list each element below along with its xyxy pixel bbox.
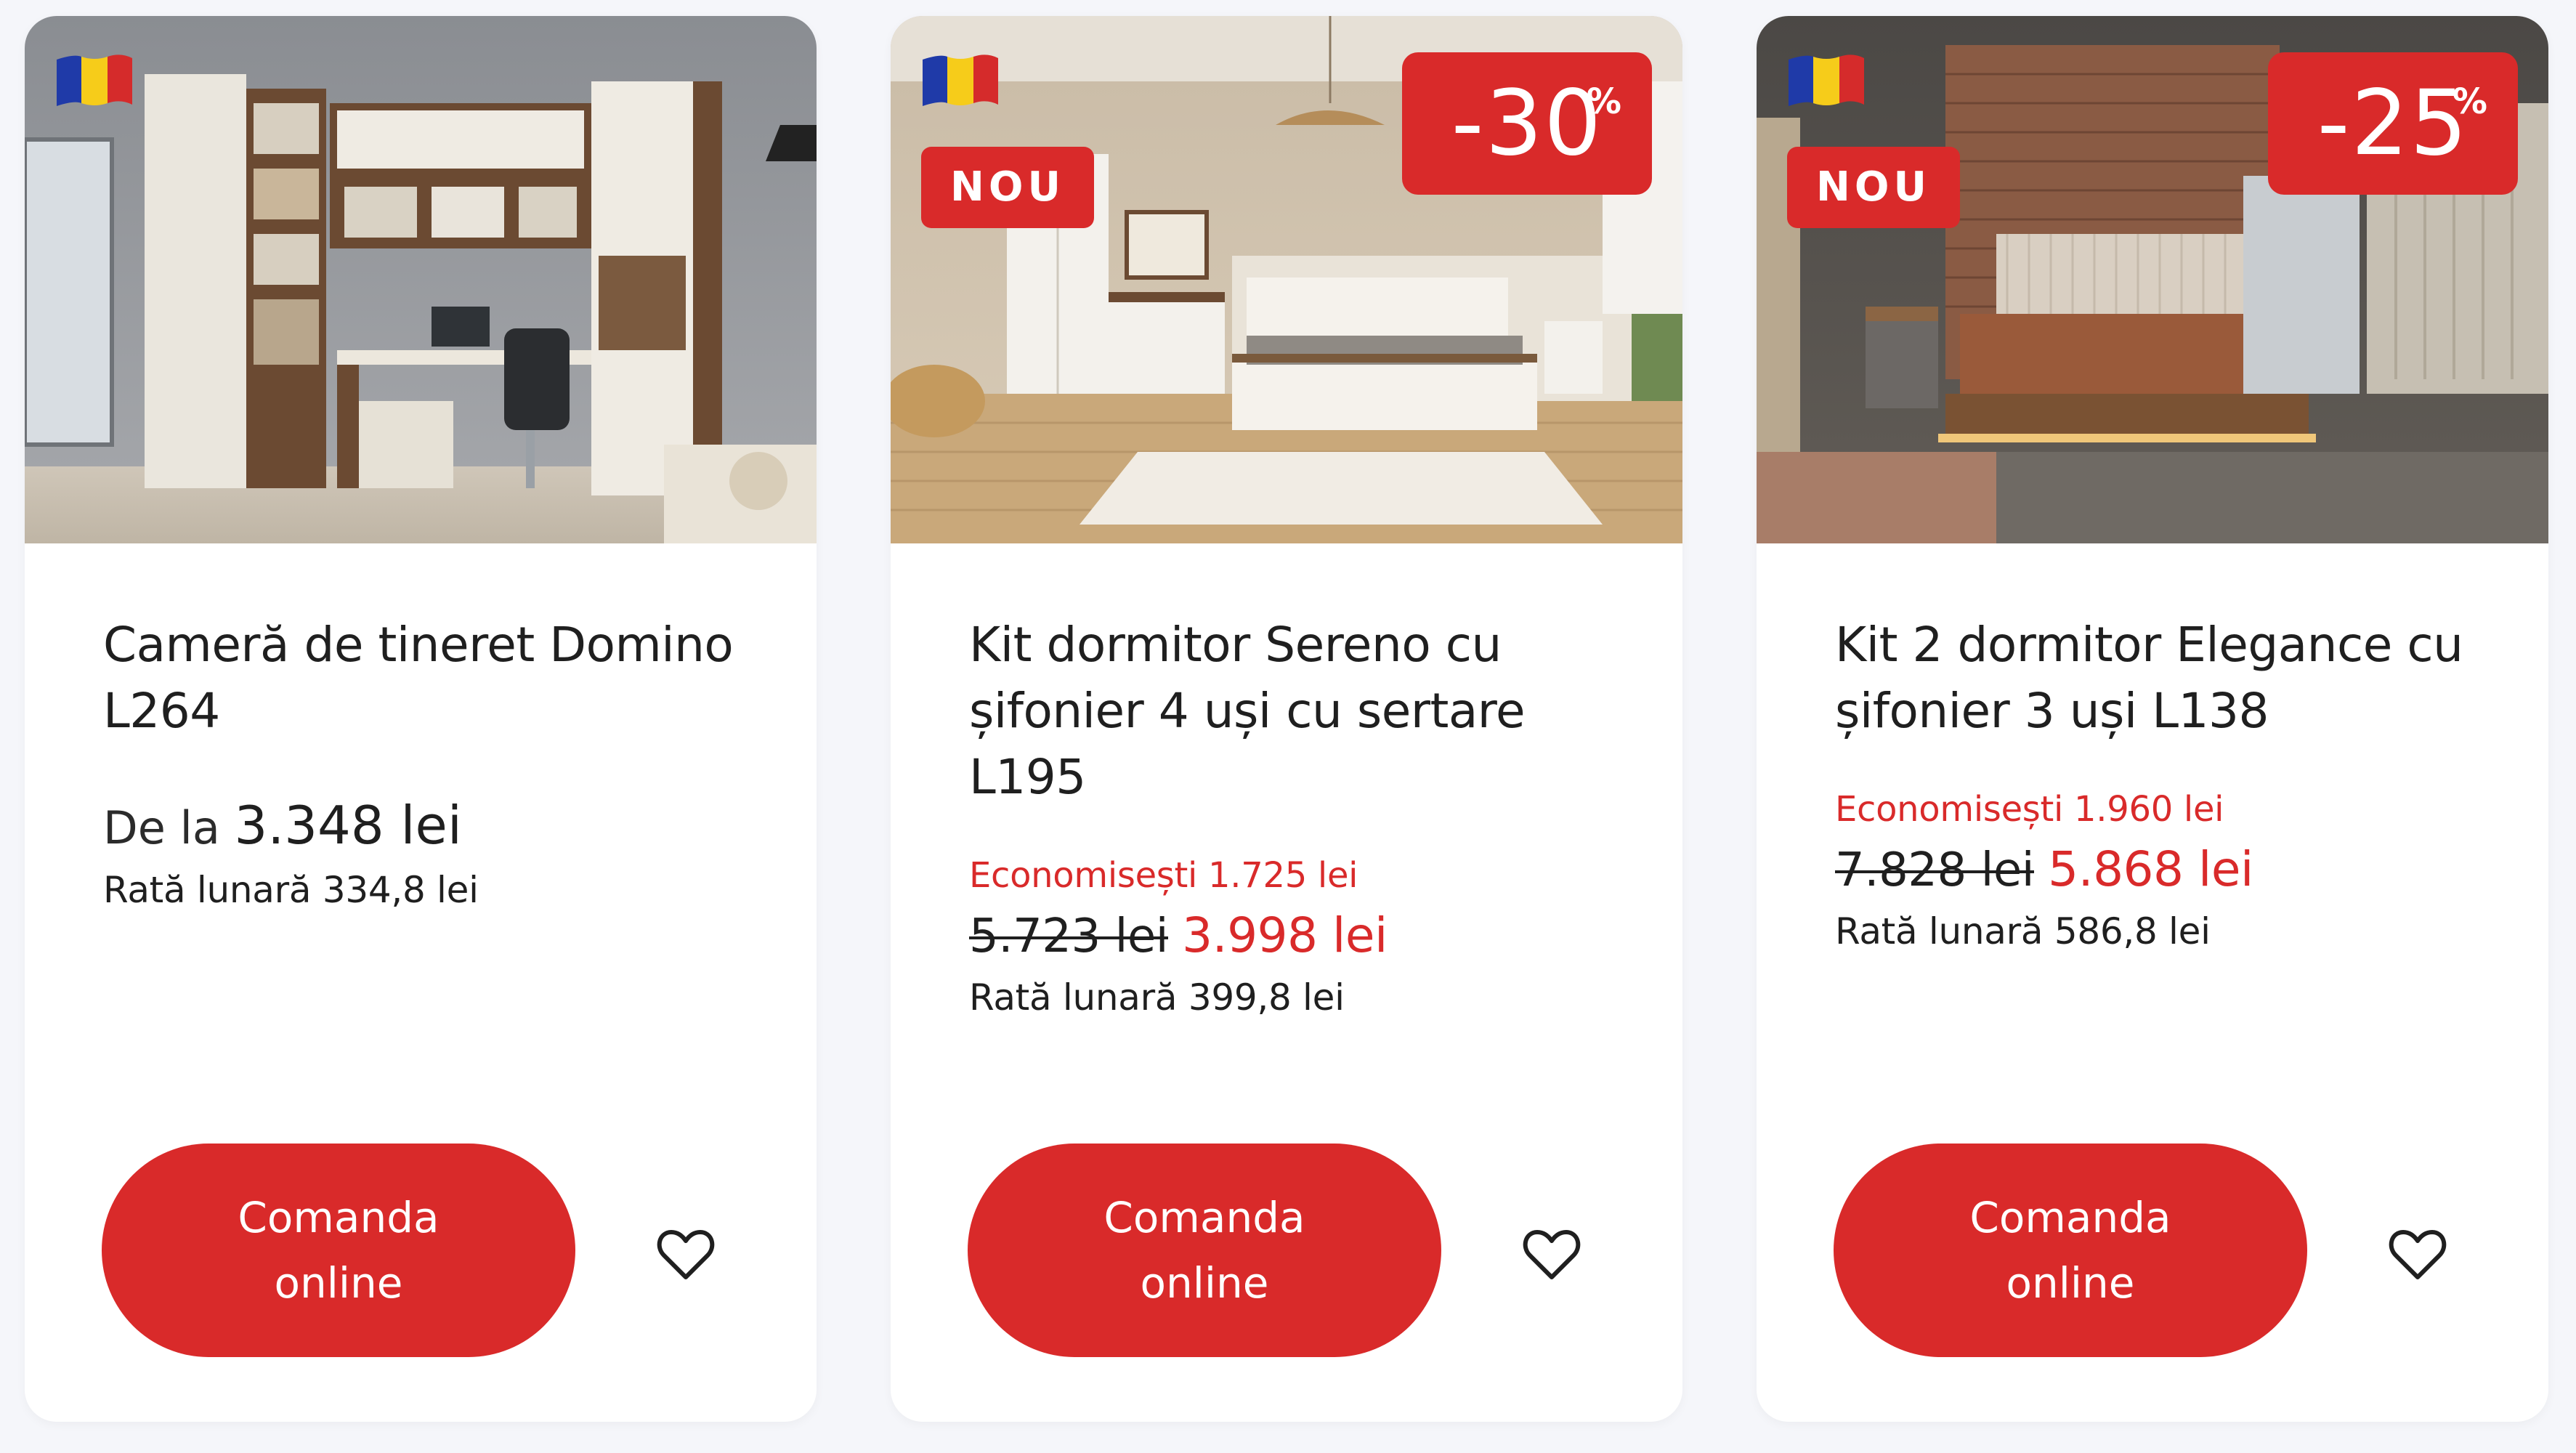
product-image-sereno-bedroom[interactable]: NOU -30 % xyxy=(891,16,1682,543)
order-online-label-line1: Comanda xyxy=(1969,1193,2171,1242)
new-price: 3.998 lei xyxy=(1182,907,1388,963)
price-row: 7.828 lei 5.868 lei xyxy=(1835,841,2490,897)
order-online-label-line2: online xyxy=(2006,1258,2135,1308)
order-online-button[interactable]: Comanda online xyxy=(102,1144,575,1357)
product-title[interactable]: Kit dormitor Sereno cu șifonier 4 uși cu… xyxy=(969,612,1624,810)
order-online-label-line2: online xyxy=(1140,1258,1269,1308)
monthly-rate: Rată lunară 586,8 lei xyxy=(1835,910,2211,952)
price-row: 5.723 lei 3.998 lei xyxy=(969,907,1624,963)
new-badge: NOU xyxy=(1787,147,1960,228)
product-card[interactable]: Cameră de tineret Domino L264 De la 3.34… xyxy=(25,16,817,1422)
price-from-label: De la xyxy=(103,801,220,854)
romania-flag-icon xyxy=(1786,52,1867,109)
romania-flag-icon xyxy=(920,52,1001,109)
savings-amount: 1.960 lei xyxy=(2074,789,2224,830)
discount-badge: -30 % xyxy=(1402,52,1652,195)
product-image-elegance-bedroom[interactable]: NOU -25 % xyxy=(1757,16,2548,543)
price-from: De la 3.348 lei xyxy=(103,795,758,856)
product-title[interactable]: Kit 2 dormitor Elegance cu șifonier 3 uș… xyxy=(1835,612,2490,744)
heart-outline-icon[interactable] xyxy=(657,1229,715,1282)
product-info: Kit dormitor Sereno cu șifonier 4 uși cu… xyxy=(969,612,1624,1019)
product-card[interactable]: NOU -25 % Kit 2 dormitor Elegance cu șif… xyxy=(1757,16,2548,1422)
savings-label: Economisești xyxy=(1835,789,2064,830)
order-online-button[interactable]: Comanda online xyxy=(1834,1144,2307,1357)
heart-outline-icon[interactable] xyxy=(2389,1229,2447,1282)
old-price: 7.828 lei xyxy=(1835,843,2035,897)
product-info: Cameră de tineret Domino L264 De la 3.34… xyxy=(103,612,758,911)
product-title[interactable]: Cameră de tineret Domino L264 xyxy=(103,612,758,744)
savings-amount: 1.725 lei xyxy=(1208,855,1358,896)
order-online-label-line2: online xyxy=(274,1258,403,1308)
product-grid: Cameră de tineret Domino L264 De la 3.34… xyxy=(0,0,2576,1453)
order-online-label-line1: Comanda xyxy=(1103,1193,1305,1242)
discount-value: -25 xyxy=(2317,71,2469,176)
price-from-value: 3.348 lei xyxy=(234,795,462,856)
savings-label: Economisești xyxy=(969,855,1198,896)
heart-outline-icon[interactable] xyxy=(1523,1229,1581,1282)
discount-value: -30 xyxy=(1451,71,1603,176)
product-card[interactable]: NOU -30 % Kit dormitor Sereno cu șifonie… xyxy=(891,16,1682,1422)
discount-percent-sign: % xyxy=(1586,81,1621,122)
savings: Economisești 1.960 lei xyxy=(1835,789,2490,830)
discount-percent-sign: % xyxy=(2452,81,2487,122)
new-price: 5.868 lei xyxy=(2048,841,2253,897)
product-image-youth-room[interactable] xyxy=(25,16,817,543)
product-info: Kit 2 dormitor Elegance cu șifonier 3 uș… xyxy=(1835,612,2490,952)
order-online-label-line1: Comanda xyxy=(238,1193,440,1242)
savings: Economisești 1.725 lei xyxy=(969,855,1624,896)
discount-badge: -25 % xyxy=(2268,52,2518,195)
order-online-button[interactable]: Comanda online xyxy=(968,1144,1441,1357)
romania-flag-icon xyxy=(54,52,135,109)
new-badge: NOU xyxy=(921,147,1094,228)
monthly-rate: Rată lunară 334,8 lei xyxy=(103,869,479,911)
old-price: 5.723 lei xyxy=(969,910,1169,963)
monthly-rate: Rată lunară 399,8 lei xyxy=(969,976,1345,1019)
